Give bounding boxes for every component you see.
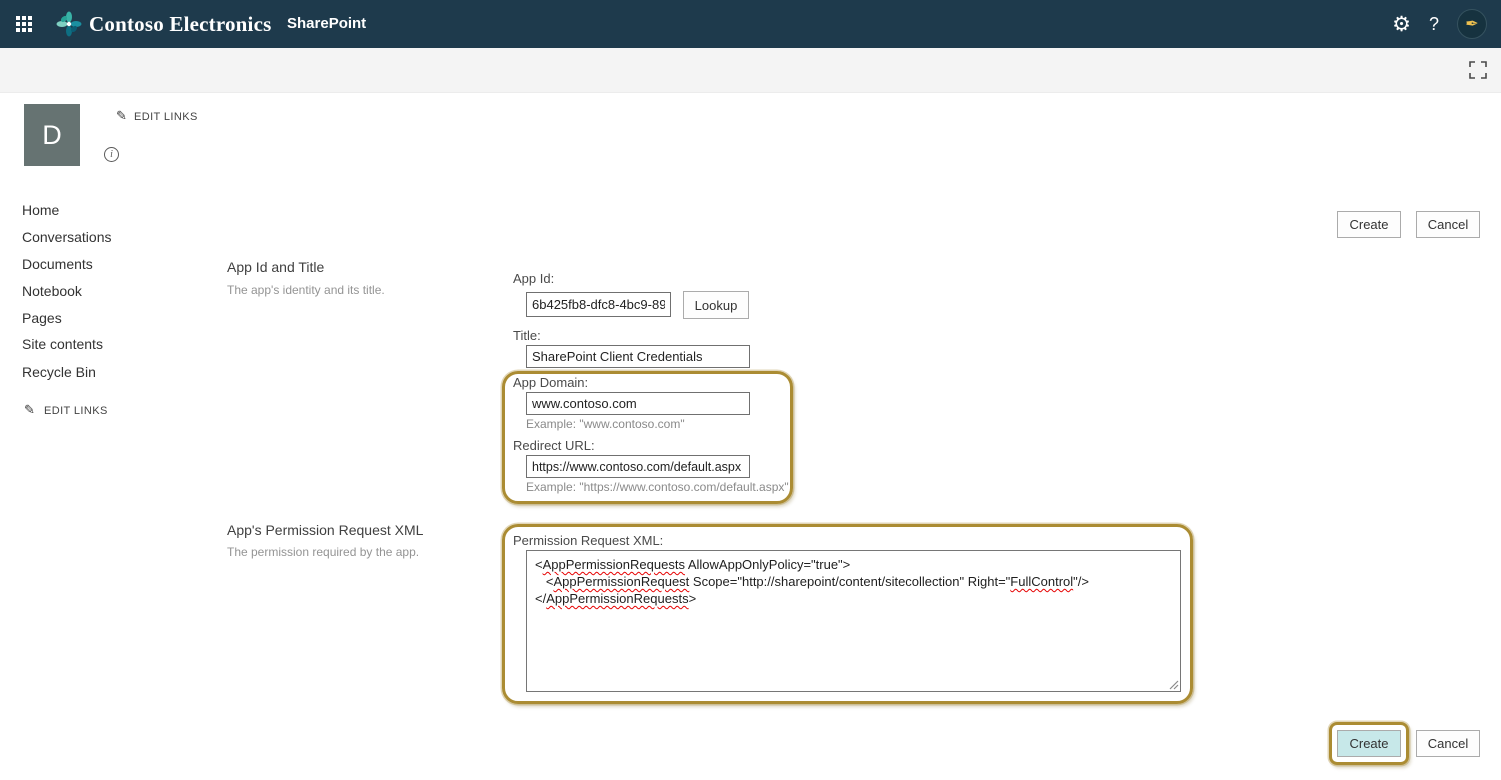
site-logo[interactable]: D [24, 104, 80, 166]
cancel-button-top[interactable]: Cancel [1416, 211, 1480, 238]
create-button-bottom[interactable]: Create [1337, 730, 1401, 757]
waffle-icon [16, 16, 32, 32]
product-name: SharePoint [287, 15, 366, 32]
brand[interactable]: Contoso Electronics [56, 0, 272, 48]
sidebar-item-recycle-bin[interactable]: Recycle Bin [22, 364, 96, 380]
command-bar [0, 48, 1501, 93]
textarea-resize-handle[interactable] [1169, 680, 1179, 690]
edit-links-pencil-icon: ✎ [116, 108, 127, 124]
app-id-input[interactable] [526, 292, 671, 317]
section-desc-permissions: The permission required by the app. [227, 545, 419, 559]
redirect-url-example: Example: "https://www.contoso.com/defaul… [526, 480, 789, 494]
app-domain-example: Example: "www.contoso.com" [526, 417, 685, 431]
suite-bar: Contoso Electronics SharePoint ⚙ ? ✒ [0, 0, 1501, 48]
title-input[interactable] [526, 345, 750, 368]
info-icon[interactable]: i [104, 147, 119, 162]
suite-bar-actions: ⚙ ? ✒ [1392, 0, 1501, 48]
redirect-url-label: Redirect URL: [513, 438, 595, 453]
sidebar-item-conversations[interactable]: Conversations [22, 229, 112, 245]
title-label: Title: [513, 328, 541, 343]
redirect-url-input[interactable] [526, 455, 750, 478]
sidebar-item-home[interactable]: Home [22, 202, 59, 218]
page: Contoso Electronics SharePoint ⚙ ? ✒ D ✎… [0, 0, 1501, 780]
section-desc-app-id: The app's identity and its title. [227, 283, 385, 297]
sidebar-item-site-contents[interactable]: Site contents [22, 336, 103, 352]
app-id-label: App Id: [513, 271, 554, 286]
contoso-logo-icon [56, 11, 82, 37]
edit-links-top[interactable]: EDIT LINKS [134, 111, 198, 123]
help-icon[interactable]: ? [1429, 14, 1439, 35]
lookup-button[interactable]: Lookup [683, 291, 749, 319]
permission-xml-label: Permission Request XML: [513, 533, 663, 548]
edit-links-pencil-icon: ✎ [24, 402, 35, 418]
brand-name: Contoso Electronics [89, 12, 272, 37]
settings-gear-icon[interactable]: ⚙ [1392, 14, 1411, 35]
create-button-top[interactable]: Create [1337, 211, 1401, 238]
app-launcher-button[interactable] [0, 0, 48, 48]
sidebar-item-documents[interactable]: Documents [22, 256, 93, 272]
section-title-permissions: App's Permission Request XML [227, 522, 423, 538]
permission-xml-textarea[interactable]: <AppPermissionRequests AllowAppOnlyPolic… [526, 550, 1181, 692]
account-avatar[interactable]: ✒ [1457, 9, 1487, 39]
sidebar-item-pages[interactable]: Pages [22, 310, 62, 326]
cancel-button-bottom[interactable]: Cancel [1416, 730, 1480, 757]
app-domain-label: App Domain: [513, 375, 588, 390]
app-domain-input[interactable] [526, 392, 750, 415]
edit-links-bottom[interactable]: EDIT LINKS [44, 405, 108, 417]
sidebar-item-notebook[interactable]: Notebook [22, 283, 82, 299]
focus-mode-icon[interactable] [1469, 61, 1487, 79]
section-title-app-id: App Id and Title [227, 259, 324, 275]
